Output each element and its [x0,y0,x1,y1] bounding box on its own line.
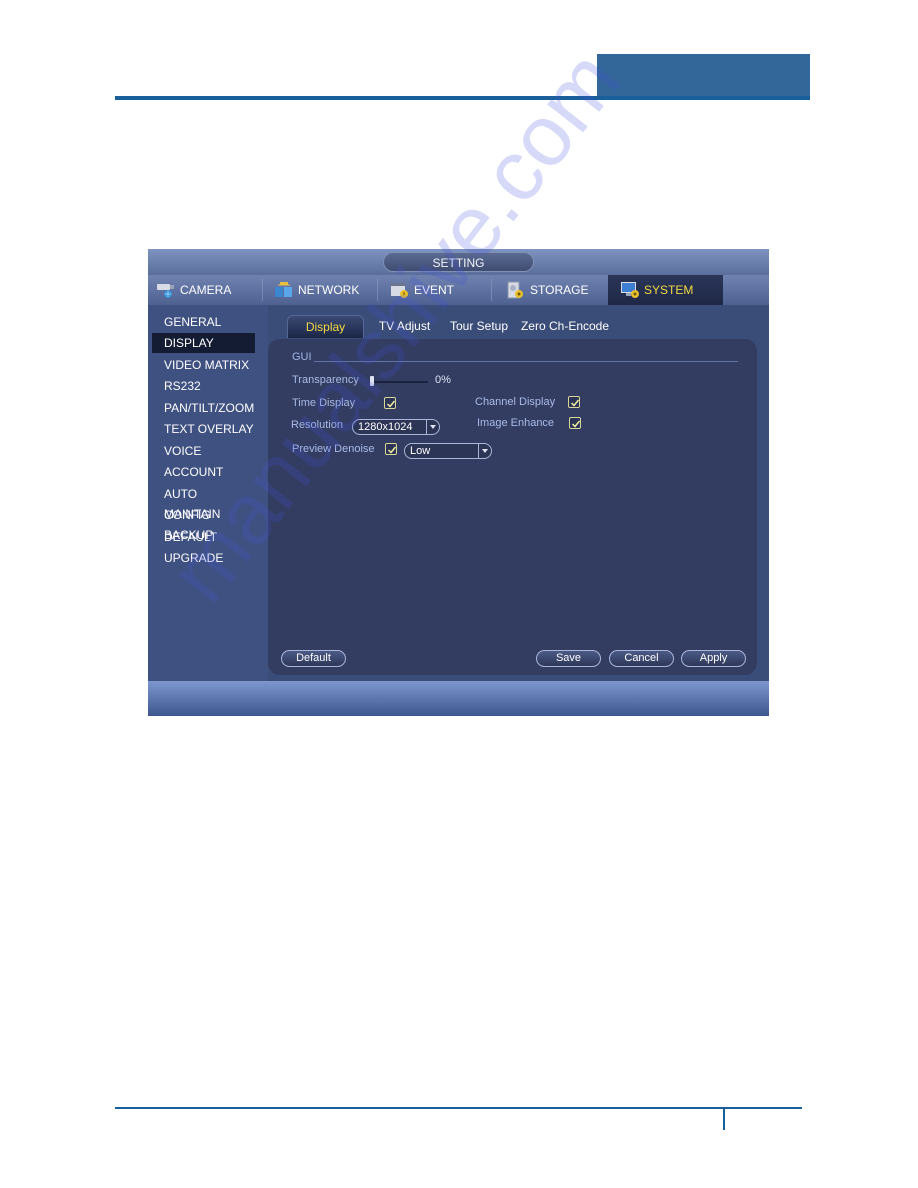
save-button[interactable]: Save [536,650,601,667]
denoise-level-value: Low [410,445,431,457]
tab-separator [262,279,263,301]
settings-window: SETTING CAMERA NETWORK EVENT STORAGE SYS… [148,249,769,716]
footer-rule [115,1107,802,1109]
preview-denoise-label: Preview Denoise [292,443,375,455]
sidebar-item-account[interactable]: ACCOUNT [152,462,255,482]
network-icon [274,281,294,299]
tab-network[interactable]: NETWORK [274,275,379,305]
sidebar-item-default[interactable]: DEFAULT [152,527,255,547]
sidebar-item-text-overlay[interactable]: TEXT OVERLAY [152,419,255,439]
gui-section-label: GUI [292,351,312,363]
bottom-bar [148,681,769,716]
system-icon [620,281,640,299]
sidebar-item-auto-maintain[interactable]: AUTO MAINTAIN [152,484,255,521]
chevron-down-icon [478,444,491,458]
sidebar-item-upgrade[interactable]: UPGRADE [152,548,255,568]
checkmark-icon [571,420,581,428]
transparency-label: Transparency [292,374,359,386]
checkmark-icon [386,400,396,408]
time-display-label: Time Display [292,397,356,409]
tab-camera[interactable]: CAMERA [156,275,261,305]
image-enhance-label: Image Enhance [477,417,555,429]
tab-separator [491,279,492,301]
transparency-slider-thumb[interactable] [370,376,374,386]
tab-event[interactable]: EVENT [390,275,495,305]
subtab-zero-ch-encode[interactable]: Zero Ch-Encode [519,315,611,337]
header-rule [115,96,810,100]
sidebar-item-voice[interactable]: VOICE [152,441,255,461]
title-bar: SETTING [148,249,769,275]
apply-button[interactable]: Apply [681,650,746,667]
denoise-level-dropdown[interactable]: Low [404,443,492,459]
camera-icon [156,281,176,299]
tab-label: CAMERA [180,283,232,297]
gui-section-divider [314,361,738,362]
subtab-tour-setup[interactable]: Tour Setup [446,315,512,337]
subtab-tv-adjust[interactable]: TV Adjust [372,315,437,337]
resolution-label: Resolution [291,419,343,431]
sidebar-item-video-matrix[interactable]: VIDEO MATRIX [152,355,255,375]
sidebar: GENERAL DISPLAY VIDEO MATRIX RS232 PAN/T… [148,305,268,681]
tab-label: EVENT [414,283,455,297]
tab-storage[interactable]: STORAGE [506,275,606,305]
time-display-checkbox[interactable] [384,397,396,409]
tab-label: SYSTEM [644,283,694,297]
tab-system[interactable]: SYSTEM [608,275,723,305]
checkmark-icon [387,446,397,454]
window-title: SETTING [383,252,534,272]
sidebar-item-general[interactable]: GENERAL [152,312,255,332]
cancel-button[interactable]: Cancel [609,650,674,667]
channel-display-checkbox[interactable] [568,396,580,408]
sub-tabs: Display TV Adjust Tour Setup Zero Ch-Enc… [268,305,769,338]
transparency-slider-track[interactable] [371,381,428,383]
display-settings-panel: GUI Transparency 0% Time Display Channel… [268,339,757,675]
main-tabs: CAMERA NETWORK EVENT STORAGE SYSTEM [148,275,769,305]
sidebar-item-display[interactable]: DISPLAY [152,333,255,353]
default-button[interactable]: Default [281,650,346,667]
image-enhance-checkbox[interactable] [569,417,581,429]
transparency-value: 0% [435,374,451,386]
preview-denoise-checkbox[interactable] [385,443,397,455]
channel-display-label: Channel Display [475,396,556,408]
chevron-down-icon [426,420,439,434]
event-icon [390,281,410,299]
tab-label: NETWORK [298,283,360,297]
tab-label: STORAGE [530,283,589,297]
sidebar-item-rs232[interactable]: RS232 [152,376,255,396]
checkmark-icon [570,399,580,407]
sidebar-item-pan-tilt-zoom[interactable]: PAN/TILT/ZOOM [152,398,255,418]
tab-separator [377,279,378,301]
resolution-value: 1280x1024 [358,421,413,433]
sidebar-item-config-backup[interactable]: CONFIG BACKUP [152,505,255,542]
header-block [597,54,810,98]
resolution-dropdown[interactable]: 1280x1024 [352,419,440,435]
storage-icon [506,281,526,299]
footer-tick [723,1108,725,1130]
subtab-display[interactable]: Display [287,315,364,338]
